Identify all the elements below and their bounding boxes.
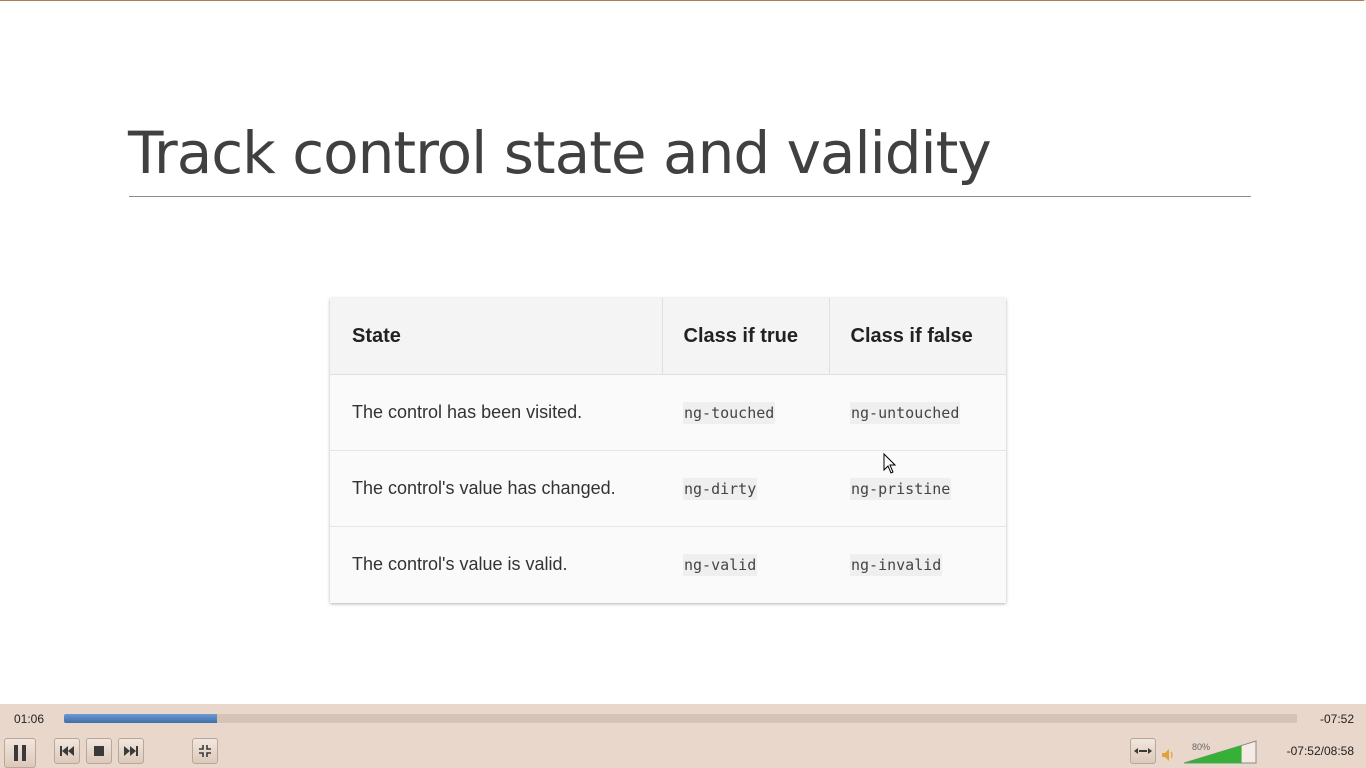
- next-button[interactable]: [118, 738, 144, 764]
- class-false-code: ng-invalid: [850, 554, 943, 576]
- state-cell: The control has been visited.: [330, 374, 662, 451]
- video-frame[interactable]: Track control state and validity State C…: [0, 1, 1366, 704]
- header-state: State: [330, 298, 663, 375]
- state-class-table: State Class if true Class if false The c…: [330, 298, 1006, 603]
- class-false-code: ng-untouched: [850, 402, 961, 424]
- class-true-code: ng-dirty: [683, 478, 758, 500]
- header-class-if-false: Class if false: [829, 298, 1006, 375]
- stop-icon: [94, 746, 104, 756]
- fullscreen-exit-icon: [199, 745, 211, 757]
- volume-slider[interactable]: [1184, 740, 1258, 765]
- table-row: The control's value has changed. ng-dirt…: [330, 450, 1006, 527]
- class-true-code: ng-valid: [683, 554, 758, 576]
- pause-icon: [14, 745, 26, 761]
- aspect-ratio-button[interactable]: [1130, 738, 1156, 764]
- title-divider: [129, 196, 1251, 197]
- state-cell: The control's value is valid.: [330, 526, 662, 602]
- table-row: The control's value is valid. ng-valid n…: [330, 526, 1006, 602]
- remaining-time[interactable]: -07:52: [1320, 712, 1354, 726]
- header-class-if-true: Class if true: [662, 298, 830, 375]
- previous-button[interactable]: [54, 738, 80, 764]
- elapsed-time: 01:06: [14, 712, 45, 726]
- table-header-row: State Class if true Class if false: [330, 298, 1006, 375]
- pause-button[interactable]: [4, 738, 36, 768]
- table-row: The control has been visited. ng-touched…: [330, 374, 1006, 451]
- aspect-ratio-icon: [1134, 748, 1152, 754]
- previous-icon: [60, 746, 74, 756]
- speaker-icon[interactable]: [1161, 748, 1175, 762]
- total-time[interactable]: -07:52/08:58: [1287, 744, 1354, 758]
- slide-title: Track control state and validity: [128, 119, 992, 187]
- seek-slider[interactable]: [64, 714, 1297, 723]
- fullscreen-exit-button[interactable]: [192, 738, 218, 764]
- next-icon: [124, 746, 138, 756]
- class-false-code: ng-pristine: [850, 478, 952, 500]
- mouse-cursor-icon: [883, 453, 897, 474]
- stop-button[interactable]: [86, 738, 112, 764]
- state-cell: The control's value has changed.: [330, 450, 662, 527]
- class-true-code: ng-touched: [683, 402, 776, 424]
- seek-progress: [64, 714, 217, 723]
